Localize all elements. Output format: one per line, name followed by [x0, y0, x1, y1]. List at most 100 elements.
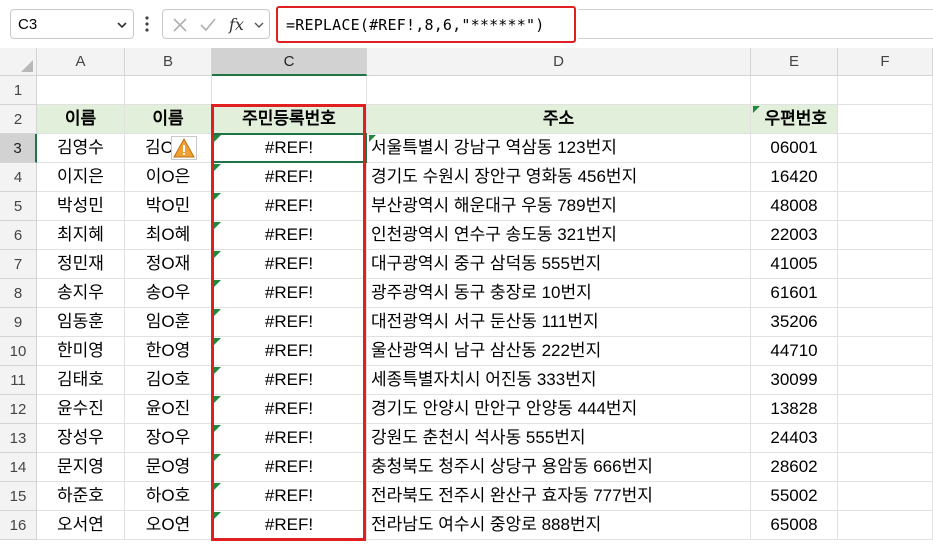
fx-icon[interactable]: fx: [227, 16, 249, 34]
cell-a-13[interactable]: 장성우: [37, 424, 125, 453]
cell-e-12[interactable]: 13828: [751, 395, 838, 424]
name-box[interactable]: C3: [10, 9, 134, 39]
cell-e-8[interactable]: 61601: [751, 279, 838, 308]
check-icon[interactable]: [199, 16, 217, 34]
cell-d-12[interactable]: 경기도 안양시 만안구 안양동 444번지: [367, 395, 751, 424]
cell-c-16[interactable]: #REF!: [212, 511, 367, 540]
cell[interactable]: [838, 192, 933, 221]
cell[interactable]: [838, 395, 933, 424]
cell-c-14[interactable]: #REF!: [212, 453, 367, 482]
cell[interactable]: [838, 424, 933, 453]
cell-c-4[interactable]: #REF!: [212, 163, 367, 192]
column-header-e[interactable]: E: [751, 48, 838, 76]
vertical-dots-icon[interactable]: [145, 15, 149, 33]
column-header-b[interactable]: B: [125, 48, 212, 76]
cell-b-14[interactable]: 문O영: [125, 453, 212, 482]
cell[interactable]: [838, 482, 933, 511]
row-header-6[interactable]: 6: [0, 221, 37, 250]
cell-b-16[interactable]: 오O연: [125, 511, 212, 540]
cell-d-11[interactable]: 세종특별자치시 어진동 333번지: [367, 366, 751, 395]
cell-a-15[interactable]: 하준호: [37, 482, 125, 511]
cell-a-16[interactable]: 오서연: [37, 511, 125, 540]
table-header-cell[interactable]: 이름: [37, 105, 125, 134]
cell-b-13[interactable]: 장O우: [125, 424, 212, 453]
column-header-d[interactable]: D: [367, 48, 751, 76]
row-header-2[interactable]: 2: [0, 105, 37, 134]
row-header-10[interactable]: 10: [0, 337, 37, 366]
cell-a-11[interactable]: 김태호: [37, 366, 125, 395]
cell-c-13[interactable]: #REF!: [212, 424, 367, 453]
cell-e-5[interactable]: 48008: [751, 192, 838, 221]
chevron-down-icon[interactable]: [253, 16, 265, 34]
cell-d-7[interactable]: 대구광역시 중구 삼덕동 555번지: [367, 250, 751, 279]
table-header-cell[interactable]: 우편번호: [751, 105, 838, 134]
column-header-f[interactable]: F: [838, 48, 933, 76]
table-header-cell[interactable]: 주민등록번호: [212, 105, 367, 134]
cell-e-15[interactable]: 55002: [751, 482, 838, 511]
cell-e-7[interactable]: 41005: [751, 250, 838, 279]
formula-input-extension[interactable]: [578, 9, 933, 39]
cell-e-14[interactable]: 28602: [751, 453, 838, 482]
cell-c-8[interactable]: #REF!: [212, 279, 367, 308]
cell[interactable]: [838, 279, 933, 308]
cell[interactable]: [367, 76, 751, 105]
cell-e-9[interactable]: 35206: [751, 308, 838, 337]
cancel-x-icon[interactable]: [171, 16, 189, 34]
cell-e-16[interactable]: 65008: [751, 511, 838, 540]
row-header-16[interactable]: 16: [0, 511, 37, 540]
cell-d-8[interactable]: 광주광역시 동구 충장로 10번지: [367, 279, 751, 308]
column-header-a[interactable]: A: [37, 48, 125, 76]
cell-e-6[interactable]: 22003: [751, 221, 838, 250]
select-all-button[interactable]: [0, 48, 37, 76]
cell-d-9[interactable]: 대전광역시 서구 둔산동 111번지: [367, 308, 751, 337]
row-header-14[interactable]: 14: [0, 453, 37, 482]
cell-c-11[interactable]: #REF!: [212, 366, 367, 395]
formula-input[interactable]: =REPLACE(#REF!,8,6,"******"): [276, 6, 576, 43]
cell-b-3[interactable]: 김C: [125, 134, 212, 163]
cell-c-9[interactable]: #REF!: [212, 308, 367, 337]
cell-a-7[interactable]: 정민재: [37, 250, 125, 279]
cell[interactable]: [838, 511, 933, 540]
cell-a-12[interactable]: 윤수진: [37, 395, 125, 424]
cell-b-7[interactable]: 정O재: [125, 250, 212, 279]
cell-d-6[interactable]: 인천광역시 연수구 송도동 321번지: [367, 221, 751, 250]
row-header-4[interactable]: 4: [0, 163, 37, 192]
row-header-11[interactable]: 11: [0, 366, 37, 395]
table-header-cell[interactable]: 이름: [125, 105, 212, 134]
cell-a-10[interactable]: 한미영: [37, 337, 125, 366]
cell-b-9[interactable]: 임O훈: [125, 308, 212, 337]
cell-c-5[interactable]: #REF!: [212, 192, 367, 221]
cell[interactable]: [838, 366, 933, 395]
cell[interactable]: [212, 76, 367, 105]
cell-e-4[interactable]: 16420: [751, 163, 838, 192]
column-header-c[interactable]: C: [212, 48, 367, 76]
cell-a-5[interactable]: 박성민: [37, 192, 125, 221]
cell-d-4[interactable]: 경기도 수원시 장안구 영화동 456번지: [367, 163, 751, 192]
cell-c-6[interactable]: #REF!: [212, 221, 367, 250]
cell-c-10[interactable]: #REF!: [212, 337, 367, 366]
cell-c-12[interactable]: #REF!: [212, 395, 367, 424]
cell-e-10[interactable]: 44710: [751, 337, 838, 366]
row-header-13[interactable]: 13: [0, 424, 37, 453]
cell-c-15[interactable]: #REF!: [212, 482, 367, 511]
cell-b-11[interactable]: 김O호: [125, 366, 212, 395]
cell-d-14[interactable]: 충청북도 청주시 상당구 용암동 666번지: [367, 453, 751, 482]
cell[interactable]: [838, 250, 933, 279]
cell-a-9[interactable]: 임동훈: [37, 308, 125, 337]
cell[interactable]: [838, 221, 933, 250]
cell-b-12[interactable]: 윤O진: [125, 395, 212, 424]
cell[interactable]: [125, 76, 212, 105]
row-header-9[interactable]: 9: [0, 308, 37, 337]
cell[interactable]: [37, 76, 125, 105]
cell[interactable]: [838, 337, 933, 366]
table-header-cell[interactable]: 주소: [367, 105, 751, 134]
cell-d-5[interactable]: 부산광역시 해운대구 우동 789번지: [367, 192, 751, 221]
cell[interactable]: [838, 105, 933, 134]
cell[interactable]: [838, 76, 933, 105]
cell-b-4[interactable]: 이O은: [125, 163, 212, 192]
cell-b-8[interactable]: 송O우: [125, 279, 212, 308]
cell-a-6[interactable]: 최지혜: [37, 221, 125, 250]
cell-b-6[interactable]: 최O혜: [125, 221, 212, 250]
cell[interactable]: [838, 163, 933, 192]
cell-a-3[interactable]: 김영수: [37, 134, 125, 163]
